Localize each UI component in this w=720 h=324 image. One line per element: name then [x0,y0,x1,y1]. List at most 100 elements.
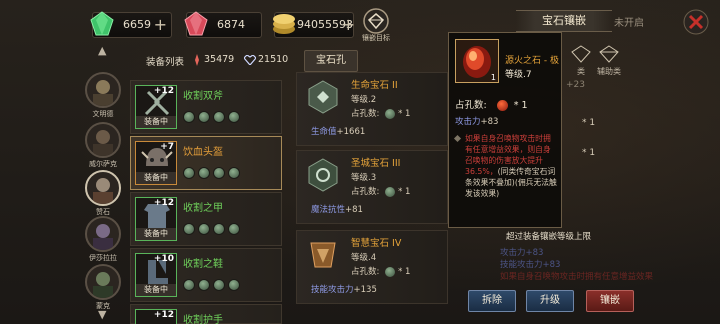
avatar [85,216,121,252]
tab-gem-inlay[interactable]: 宝石镶嵌 [516,10,612,32]
add-gold-button[interactable]: + [342,15,355,34]
equipment-slot: +7 装备中 [135,141,177,185]
red-gem-icon [184,11,208,36]
stat-label: 技能攻击力 [311,285,354,295]
holy-gem-icon [308,158,338,192]
gem-holes: 占孔数: * 1 [351,185,410,197]
equipment-name: 收割双斧 [183,91,223,102]
holes-count: * 1 [398,267,411,277]
gem-count: 1 [490,73,496,82]
equipment-item-3[interactable]: +12 装备中 收割之甲 [130,192,282,246]
heroes-scroll-down-icon[interactable]: ▼ [98,308,106,321]
hero-avatar-2[interactable]: 威尔萨克 [84,122,122,169]
hero-avatar-3[interactable]: 赞石 [84,170,122,217]
tab-gem-holes[interactable]: 宝石孔 [304,50,358,72]
hero-name: 伊莎拉拉 [89,254,117,262]
add-green-gem-button[interactable]: + [154,15,167,34]
life-gem-icon [308,80,338,114]
inlay-limit-warning: 超过装备镶嵌等级上限 [506,232,592,242]
gem-socket-icon [385,266,396,277]
diamond-target-icon [363,8,389,34]
holes-label: 占孔数: [455,100,487,111]
hero-avatar-4[interactable]: 伊莎拉拉 [84,216,122,263]
gem-level: 等级.4 [351,253,377,263]
gem-socket-icon [198,111,210,123]
gem-socket-icon [183,279,195,291]
holes-label: 占孔数: [351,187,380,197]
stat-label: 魔法抗性 [311,205,346,215]
gem-socket-icon [183,223,195,235]
faded-stat-line: 技能攻击力+83 [500,260,561,270]
tooltip-gem-slot: 1 [455,39,499,83]
avatar [85,122,121,158]
holes-count: * 1 [582,118,596,128]
enhance-level: +12 [153,198,174,208]
tab-locked[interactable]: 未开启 [614,14,644,29]
tooltip-gem-level: 等级.7 [505,70,532,80]
gem-socket-icon [228,111,240,123]
gem-socket-icon [385,108,396,119]
equipment-slot: +12 装备中 [135,85,177,129]
red-gem-value: 6874 [217,18,245,31]
wisdom-gem-icon [310,242,336,268]
gem-category-icon [571,45,591,63]
tooltip-holes: 占孔数: * 1 [455,97,528,111]
tab-label: 辅助类 [597,67,621,76]
equipment-item-5[interactable]: +12 收割护手 [130,304,282,324]
holes-count: * 1 [398,187,411,197]
hero-avatar-1[interactable]: 文明德 [84,72,122,119]
faded-stat: +23 [566,80,585,90]
gem-holes: 占孔数: * 1 [351,265,410,277]
gem-socket-icon [385,186,396,197]
gem-slot-3[interactable]: 智慧宝石 IV 等级.4 占孔数: * 1 技能攻击力+135 [296,230,448,304]
equipped-status: 装备中 [136,172,176,184]
gem-name: 生命宝石 II [351,80,398,91]
equipped-status: 装备中 [136,284,176,296]
equipment-name: 收割护手 [183,315,223,324]
gem-socket-icon [213,279,225,291]
tab-support-category[interactable]: 辅助类 [592,44,626,77]
upgrade-button[interactable]: 升级 [526,290,574,312]
close-icon[interactable] [682,8,710,36]
gem-tooltip: 1 源火之石 - 极 等级.7 占孔数: * 1 攻击力+83 如果自身召唤物攻击… [448,32,562,228]
equipment-slot: +12 装备中 [135,197,177,241]
equipment-item-4[interactable]: +10 装备中 收割之鞋 [130,248,282,302]
faded-desc-line: 如果自身召唤物攻击时拥有任意增益效果 [500,272,654,282]
remove-button[interactable]: 拆除 [468,290,516,312]
heroes-scroll-up-icon[interactable]: ▲ [98,44,106,57]
hero-name: 威尔萨克 [89,160,117,168]
gem-socket-icon [198,223,210,235]
fire-socket-icon [496,100,508,111]
inlay-button[interactable]: 镶嵌 [586,290,634,312]
green-gem-icon [90,11,114,36]
stat-value: +81 [345,205,363,215]
top-bar: 6659 + 6874 94055593 + 镶嵌目标 宝石镶嵌 未开启 [0,0,720,42]
avatar [85,264,121,300]
equipment-gems [183,167,240,179]
gem-socket-icon [183,167,195,179]
equipment-item-1[interactable]: +12 装备中 收割双斧 [130,80,282,134]
holes-count: * 1 [513,100,528,111]
defense-stat-value: 21510 [258,54,289,65]
gem-slot-2[interactable]: 圣城宝石 III 等级.3 占孔数: * 1 魔法抗性+81 [296,150,448,224]
hero-avatar-5[interactable]: 蒙克 [84,264,122,311]
gem-stat: 魔法抗性+81 [311,203,363,215]
equipment-item-2[interactable]: +7 装备中 饮血头盔 [130,136,282,190]
equipment-name: 收割之甲 [183,203,223,214]
tooltip-gem-name: 源火之石 - 极 [505,56,559,66]
holes-count: * 1 [582,148,596,158]
green-gem-resource: 6659 + [90,11,172,38]
attack-stat-icon [195,54,199,66]
holes-count: * 1 [398,109,411,119]
gold-coins-icon [273,14,295,34]
gem-holes: 占孔数: * 1 [351,107,410,119]
equipped-status: 装备中 [136,116,176,128]
gem-level: 等级.2 [351,95,377,105]
inlay-target-button[interactable]: 镶嵌目标 [360,8,392,42]
holes-label: 占孔数: [351,267,380,277]
gem-socket-icon [213,223,225,235]
equipment-name: 饮血头盔 [183,147,223,158]
gem-slot-1[interactable]: 生命宝石 II 等级.2 占孔数: * 1 生命值+1661 [296,72,448,146]
enhance-level: +12 [153,310,174,320]
red-gem-resource: 6874 [184,11,262,38]
